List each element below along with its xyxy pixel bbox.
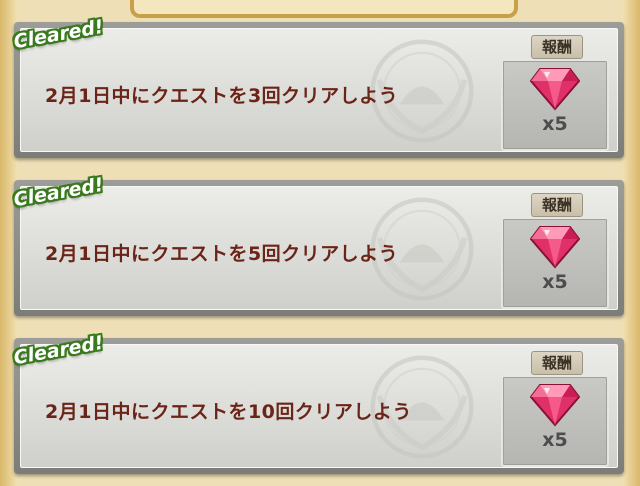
mission-text: 2月1日中にクエストを5回クリアしよう (45, 243, 399, 265)
right-border (622, 0, 640, 486)
mission-card[interactable]: 2月1日中にクエストを5回クリアしよう x5 報酬 Cleared! (12, 174, 624, 316)
mission-text: 2月1日中にクエストを3回クリアしよう (45, 85, 399, 107)
gem-icon (530, 226, 580, 269)
top-frame (130, 0, 518, 18)
reward-box: x5 (501, 59, 609, 151)
reward-label: 報酬 (531, 351, 583, 375)
reward-label: 報酬 (531, 35, 583, 59)
gem-icon (530, 384, 580, 427)
mission-card[interactable]: 2月1日中にクエストを3回クリアしよう x5 報酬 Cleared! (12, 16, 624, 158)
gem-icon (530, 68, 580, 111)
mission-card-panel: 2月1日中にクエストを5回クリアしよう x5 報酬 (20, 186, 618, 310)
mission-card-panel: 2月1日中にクエストを3回クリアしよう x5 報酬 (20, 28, 618, 152)
reward-label: 報酬 (531, 193, 583, 217)
mission-card-panel: 2月1日中にクエストを10回クリアしよう x5 報酬 (20, 344, 618, 468)
mission-card[interactable]: 2月1日中にクエストを10回クリアしよう x5 報酬 Cleared! (12, 332, 624, 474)
reward-box: x5 (501, 217, 609, 309)
mission-text: 2月1日中にクエストを10回クリアしよう (45, 401, 412, 423)
reward-quantity: x5 (542, 271, 568, 293)
reward-quantity: x5 (542, 429, 568, 451)
reward-quantity: x5 (542, 113, 568, 135)
reward-box: x5 (501, 375, 609, 467)
